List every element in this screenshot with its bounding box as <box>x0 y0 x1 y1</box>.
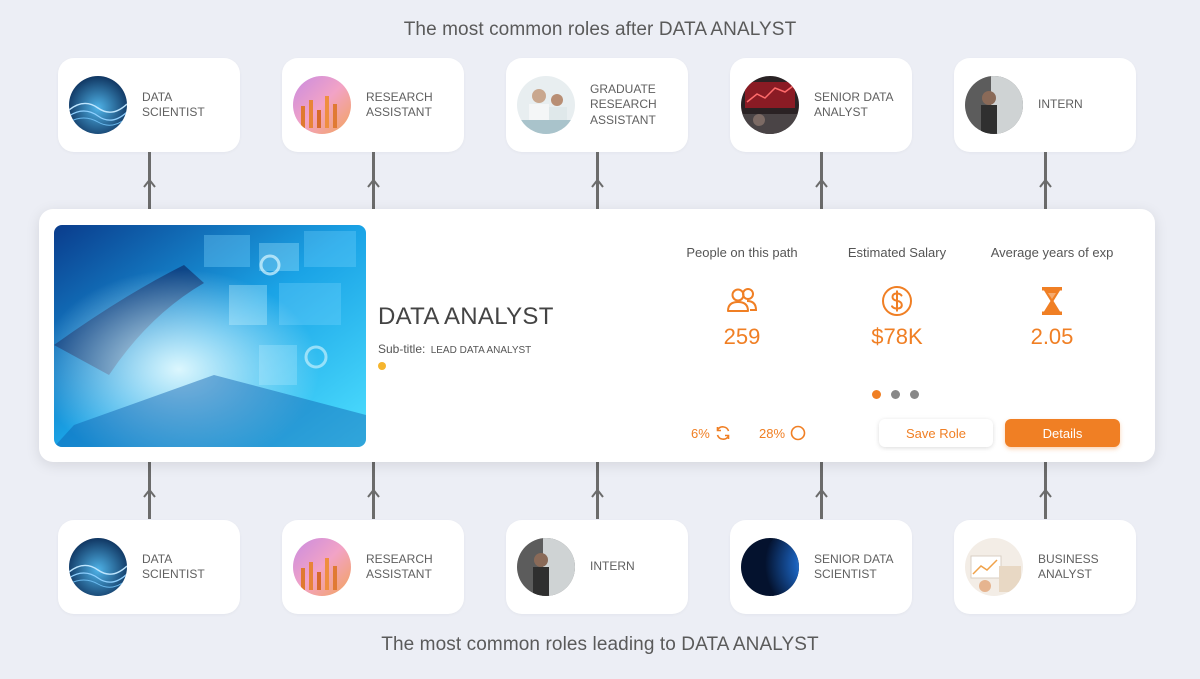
connector-arrow <box>142 462 156 519</box>
roles-leading-heading: The most common roles leading to DATA AN… <box>381 634 819 655</box>
connector-arrow <box>590 462 604 519</box>
role-subtitle: Sub-title: LEAD DATA ANALYST <box>378 342 531 356</box>
pagination-dot-2[interactable] <box>891 390 900 399</box>
subtitle-label: Sub-title: <box>378 342 426 356</box>
role-card-label: BUSINESS ANALYST <box>1038 551 1099 582</box>
connector-arrow <box>814 462 828 519</box>
role-card-label: INTERN <box>590 559 635 574</box>
role-card-data-scientist[interactable]: DATA SCIENTIST <box>58 520 240 614</box>
stat-label: Average years of exp <box>990 245 1114 260</box>
role-card-label: INTERN <box>1038 97 1083 112</box>
role-card-business-analyst[interactable]: BUSINESS ANALYST <box>954 520 1136 614</box>
role-card-graduate-research-assistant[interactable]: GRADUATE RESEARCH ASSISTANT <box>506 58 688 152</box>
stat-salary: Estimated Salary $78K <box>822 245 972 350</box>
senior-data-analyst-photo <box>741 76 799 134</box>
metric-value: 6% <box>691 425 710 441</box>
role-title: DATA ANALYST <box>378 303 554 330</box>
stats-pagination <box>872 390 919 399</box>
metric-circle: 28% <box>759 425 807 441</box>
data-scientist-photo <box>69 538 127 596</box>
save-role-button[interactable]: Save Role <box>879 419 993 447</box>
connector-arrow <box>1038 152 1052 209</box>
role-card-label: SENIOR DATA ANALYST <box>814 89 893 120</box>
business-analyst-photo <box>965 538 1023 596</box>
role-card-label: DATA SCIENTIST <box>142 89 205 120</box>
people-icon <box>727 288 758 312</box>
connector-arrow <box>1038 462 1052 519</box>
senior-data-scientist-photo <box>741 538 799 596</box>
role-card-data-scientist[interactable]: DATA SCIENTIST <box>58 58 240 152</box>
pagination-dot-1[interactable] <box>872 390 881 399</box>
role-card-research-assistant[interactable]: RESEARCH ASSISTANT <box>282 520 464 614</box>
stat-value: $78K <box>871 324 923 349</box>
connector-arrow <box>814 152 828 209</box>
intern-photo <box>965 76 1023 134</box>
subtitle-value: LEAD DATA ANALYST <box>430 345 532 356</box>
metric-refresh: 6% <box>691 425 732 441</box>
connector-arrow <box>366 462 380 519</box>
roles-after-heading: The most common roles after DATA ANALYST <box>403 19 797 40</box>
role-card-label: RESEARCH ASSISTANT <box>366 89 433 120</box>
stat-value: 2.05 <box>1030 324 1074 349</box>
metric-value: 28% <box>759 425 786 441</box>
role-card-label: GRADUATE RESEARCH ASSISTANT <box>590 81 657 127</box>
hourglass-icon <box>1042 287 1062 315</box>
graduate-research-assistant-photo <box>517 76 575 134</box>
research-assistant-photo <box>293 538 351 596</box>
role-card-label: RESEARCH ASSISTANT <box>366 551 433 582</box>
intern-photo <box>517 538 575 596</box>
stat-value: 259 <box>723 324 761 349</box>
details-button[interactable]: Details <box>1005 419 1120 447</box>
research-assistant-photo <box>293 76 351 134</box>
role-card-label: DATA SCIENTIST <box>142 551 205 582</box>
connector-arrow <box>590 152 604 209</box>
stat-label: Estimated Salary <box>847 245 947 260</box>
pagination-dot-3[interactable] <box>910 390 919 399</box>
role-card-senior-data-analyst[interactable]: SENIOR DATA ANALYST <box>730 58 912 152</box>
current-role-card: DATA ANALYST Sub-title: LEAD DATA ANALYS… <box>39 209 1155 462</box>
stat-label: People on this path <box>686 245 798 260</box>
subtitle-dot <box>378 362 386 370</box>
connector-arrow <box>142 152 156 209</box>
stat-experience: Average years of exp 2.05 <box>977 245 1127 350</box>
refresh-icon <box>716 426 730 440</box>
stat-people: People on this path 259 <box>667 245 817 350</box>
role-card-senior-data-scientist[interactable]: SENIOR DATA SCIENTIST <box>730 520 912 614</box>
role-card-label: SENIOR DATA SCIENTIST <box>814 551 893 582</box>
dollar-icon <box>882 286 912 316</box>
data-scientist-photo <box>69 76 127 134</box>
role-card-research-assistant[interactable]: RESEARCH ASSISTANT <box>282 58 464 152</box>
circle-icon <box>790 425 806 441</box>
data-analytics-touchscreen-photo <box>54 225 366 447</box>
connector-arrow <box>366 152 380 209</box>
role-card-intern[interactable]: INTERN <box>506 520 688 614</box>
role-card-intern[interactable]: INTERN <box>954 58 1136 152</box>
